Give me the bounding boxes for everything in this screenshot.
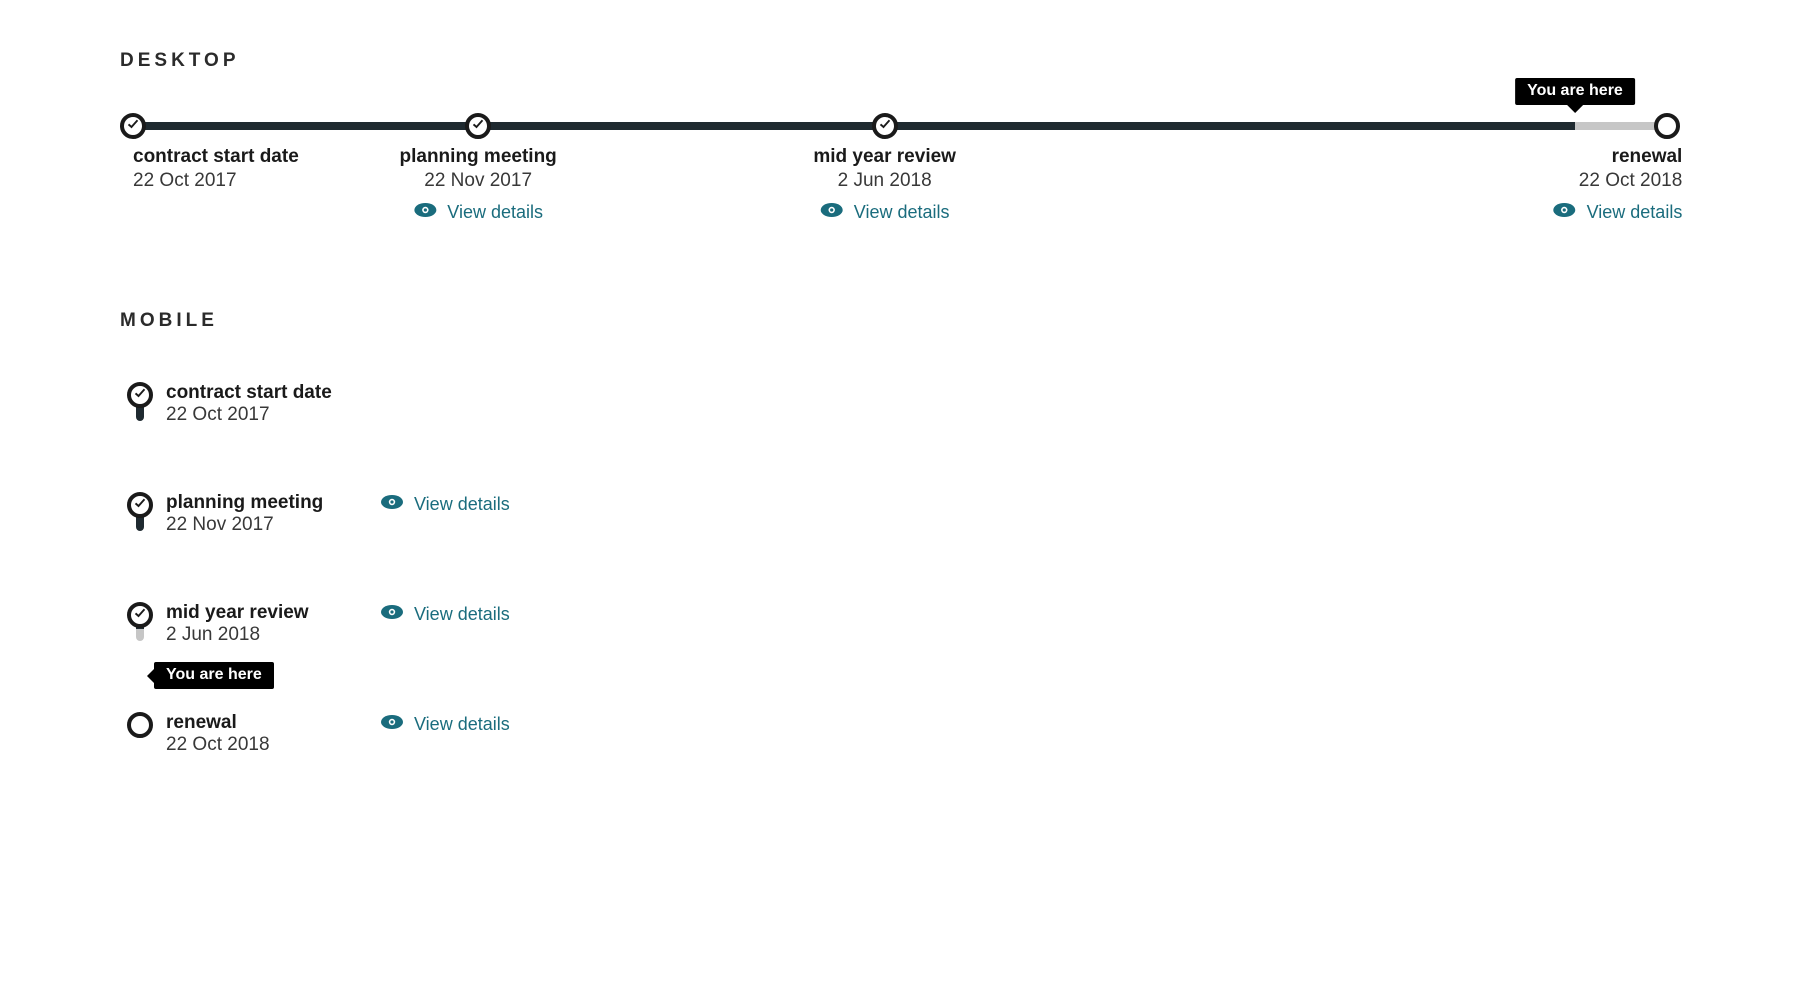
milestone-caption: planning meeting 22 Nov 2017 View detail… [400, 146, 557, 223]
milestone-row: contract start date 22 Oct 2017 [120, 382, 1680, 492]
milestone-node [127, 382, 153, 408]
timeline-progress [133, 122, 1575, 130]
eye-icon [820, 202, 844, 223]
check-icon [127, 117, 139, 135]
eye-icon [380, 604, 404, 625]
milestone-title: mid year review [166, 602, 360, 624]
you-are-here-marker: You are here [154, 662, 274, 689]
milestone-title: mid year review [813, 146, 956, 168]
view-details-text: View details [414, 604, 510, 625]
view-details-text: View details [447, 202, 543, 223]
milestone-node [127, 712, 153, 738]
check-icon [134, 496, 146, 514]
milestone-row: renewal 22 Oct 2018 View details [120, 712, 1680, 756]
eye-icon [413, 202, 437, 223]
view-details-text: View details [414, 494, 510, 515]
you-are-here-label: You are here [1527, 82, 1623, 99]
milestone-node [465, 113, 491, 139]
milestone-row: mid year review 2 Jun 2018 View details … [120, 602, 1680, 712]
milestone-date: 22 Oct 2018 [166, 734, 360, 756]
milestone-date: 22 Oct 2018 [1553, 170, 1683, 192]
eye-icon [380, 714, 404, 735]
you-are-here-marker: You are here [1515, 78, 1635, 105]
milestone-title: contract start date [166, 382, 360, 404]
view-details-link[interactable]: View details [380, 492, 510, 515]
milestone-caption: renewal 22 Oct 2018 View details [1553, 146, 1683, 223]
view-details-text: View details [414, 714, 510, 735]
milestone-row: planning meeting 22 Nov 2017 View detail… [120, 492, 1680, 602]
milestone-node [872, 113, 898, 139]
you-are-here-label: You are here [166, 666, 262, 683]
milestone-date: 22 Nov 2017 [166, 514, 360, 536]
timeline-track: You are here contract start date 22 Oct … [133, 122, 1667, 130]
check-icon [134, 606, 146, 624]
milestone-title: planning meeting [166, 492, 360, 514]
milestone-date: 22 Oct 2017 [166, 404, 360, 426]
milestone-node [127, 492, 153, 518]
milestone-title: renewal [1553, 146, 1683, 168]
milestone-caption: mid year review 2 Jun 2018 View details [813, 146, 956, 223]
milestone-node [1654, 113, 1680, 139]
milestone-node [127, 602, 153, 628]
view-details-link[interactable]: View details [380, 712, 510, 735]
check-icon [879, 117, 891, 135]
milestone-date: 2 Jun 2018 [813, 170, 956, 192]
milestone-date: 22 Nov 2017 [400, 170, 557, 192]
eye-icon [1553, 202, 1577, 223]
milestone-date: 22 Oct 2017 [133, 170, 299, 192]
milestone-caption: contract start date 22 Oct 2017 [133, 146, 299, 192]
milestone-node [120, 113, 146, 139]
milestone-title: contract start date [133, 146, 299, 168]
milestone-title: renewal [166, 712, 360, 734]
view-details-text: View details [854, 202, 950, 223]
check-icon [472, 117, 484, 135]
check-icon [134, 386, 146, 404]
timeline-desktop: You are here contract start date 22 Oct … [120, 122, 1680, 130]
section-heading-mobile: MOBILE [120, 310, 1680, 332]
section-heading-desktop: DESKTOP [120, 50, 1680, 72]
milestone-title: planning meeting [400, 146, 557, 168]
view-details-link[interactable]: View details [1553, 202, 1683, 223]
view-details-link[interactable]: View details [413, 202, 543, 223]
view-details-text: View details [1587, 202, 1683, 223]
milestone-date: 2 Jun 2018 [166, 624, 360, 646]
view-details-link[interactable]: View details [820, 202, 950, 223]
timeline-mobile: contract start date 22 Oct 2017 planning… [120, 382, 1680, 756]
eye-icon [380, 494, 404, 515]
view-details-link[interactable]: View details [380, 602, 510, 625]
